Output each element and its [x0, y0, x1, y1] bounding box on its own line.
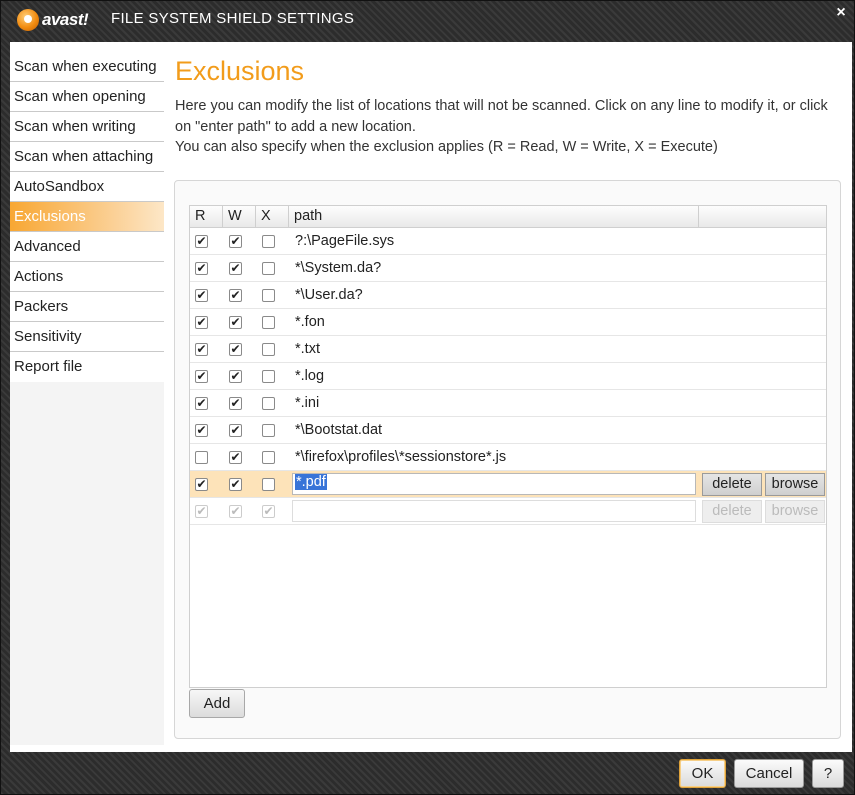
- sidebar-item-autosandbox[interactable]: AutoSandbox: [10, 172, 164, 202]
- path-cell: *.fon: [295, 314, 325, 330]
- table-row[interactable]: *.ini: [190, 390, 826, 417]
- write-checkbox[interactable]: [229, 478, 242, 491]
- path-input-value: *.pdf: [295, 474, 327, 490]
- window-frame: avast! FILE SYSTEM SHIELD SETTINGS × Sca…: [0, 0, 855, 795]
- header-path[interactable]: path: [289, 206, 699, 227]
- main-content: Exclusions Here you can modify the list …: [174, 42, 852, 752]
- read-checkbox[interactable]: [195, 262, 208, 275]
- description-line-2: You can also specify when the exclusion …: [175, 139, 718, 155]
- path-cell: *\User.da?: [295, 287, 363, 303]
- new-path-input[interactable]: [292, 500, 696, 522]
- read-checkbox[interactable]: [195, 397, 208, 410]
- page-title: Exclusions: [175, 56, 305, 86]
- read-checkbox[interactable]: [195, 451, 208, 464]
- read-checkbox[interactable]: [195, 370, 208, 383]
- write-checkbox[interactable]: [229, 451, 242, 464]
- avast-ball-icon: [17, 9, 39, 31]
- client-area: Scan when executing Scan when opening Scan…: [10, 42, 852, 752]
- table-row[interactable]: *.fon: [190, 309, 826, 336]
- browse-button[interactable]: browse: [765, 473, 825, 496]
- read-checkbox[interactable]: [195, 316, 208, 329]
- read-checkbox[interactable]: [195, 235, 208, 248]
- sidebar: Scan when executing Scan when opening Scan…: [10, 52, 164, 745]
- path-cell: ?:\PageFile.sys: [295, 233, 395, 249]
- read-checkbox[interactable]: [195, 478, 208, 491]
- read-checkbox[interactable]: [195, 343, 208, 356]
- sidebar-item-sensitivity[interactable]: Sensitivity: [10, 322, 164, 352]
- description-line-1: Here you can modify the list of location…: [175, 98, 828, 135]
- window-title: FILE SYSTEM SHIELD SETTINGS: [111, 10, 355, 27]
- header-read[interactable]: R: [190, 206, 223, 227]
- execute-checkbox[interactable]: [262, 343, 275, 356]
- page-description: Here you can modify the list of location…: [175, 96, 845, 158]
- exclusions-table: R W X path ?:\PageFile.sys *\System.da? *\…: [189, 205, 827, 688]
- avast-logo: avast!: [17, 6, 101, 34]
- exclusions-panel: R W X path ?:\PageFile.sys *\System.da? *\…: [174, 180, 841, 739]
- path-cell: *\System.da?: [295, 260, 382, 276]
- ok-button[interactable]: OK: [679, 759, 726, 788]
- logo-text: avast!: [42, 10, 89, 29]
- sidebar-item-scan-when-opening[interactable]: Scan when opening: [10, 82, 164, 112]
- write-checkbox[interactable]: [229, 262, 242, 275]
- editing-row[interactable]: *.pdf deletebrowse: [190, 471, 826, 498]
- path-cell: *.log: [295, 368, 325, 384]
- table-row[interactable]: *\Bootstat.dat: [190, 417, 826, 444]
- sidebar-item-actions[interactable]: Actions: [10, 262, 164, 292]
- sidebar-item-scan-when-writing[interactable]: Scan when writing: [10, 112, 164, 142]
- write-checkbox[interactable]: [229, 397, 242, 410]
- table-row[interactable]: ?:\PageFile.sys: [190, 228, 826, 255]
- write-checkbox[interactable]: [229, 424, 242, 437]
- execute-checkbox[interactable]: [262, 235, 275, 248]
- execute-checkbox[interactable]: [262, 478, 275, 491]
- path-cell: *.txt: [295, 341, 320, 357]
- table-row[interactable]: *.txt: [190, 336, 826, 363]
- execute-checkbox[interactable]: [262, 316, 275, 329]
- write-checkbox[interactable]: [229, 343, 242, 356]
- read-checkbox[interactable]: [195, 505, 208, 518]
- write-checkbox[interactable]: [229, 370, 242, 383]
- sidebar-item-packers[interactable]: Packers: [10, 292, 164, 322]
- execute-checkbox[interactable]: [262, 505, 275, 518]
- sidebar-item-scan-when-executing[interactable]: Scan when executing: [10, 52, 164, 82]
- execute-checkbox[interactable]: [262, 370, 275, 383]
- table-row[interactable]: *\System.da?: [190, 255, 826, 282]
- table-row[interactable]: *\User.da?: [190, 282, 826, 309]
- title-bar: avast! FILE SYSTEM SHIELD SETTINGS ×: [1, 1, 855, 39]
- execute-checkbox[interactable]: [262, 289, 275, 302]
- new-entry-row[interactable]: deletebrowse: [190, 498, 826, 525]
- sidebar-item-report-file[interactable]: Report file: [10, 352, 164, 382]
- delete-button[interactable]: delete: [702, 473, 762, 496]
- write-checkbox[interactable]: [229, 505, 242, 518]
- close-icon[interactable]: ×: [830, 3, 852, 23]
- path-cell: *.ini: [295, 395, 320, 411]
- sidebar-item-exclusions[interactable]: Exclusions: [10, 202, 164, 232]
- path-input[interactable]: *.pdf: [292, 473, 696, 495]
- read-checkbox[interactable]: [195, 289, 208, 302]
- path-cell: *\Bootstat.dat: [295, 422, 383, 438]
- execute-checkbox[interactable]: [262, 397, 275, 410]
- header-actions: [699, 206, 826, 227]
- table-row[interactable]: *.log: [190, 363, 826, 390]
- header-execute[interactable]: X: [256, 206, 289, 227]
- execute-checkbox[interactable]: [262, 451, 275, 464]
- write-checkbox[interactable]: [229, 316, 242, 329]
- table-row[interactable]: *\firefox\profiles\*sessionstore*.js: [190, 444, 826, 471]
- execute-checkbox[interactable]: [262, 424, 275, 437]
- cancel-button[interactable]: Cancel: [734, 759, 804, 788]
- sidebar-item-advanced[interactable]: Advanced: [10, 232, 164, 262]
- delete-button[interactable]: delete: [702, 500, 762, 523]
- path-cell: *\firefox\profiles\*sessionstore*.js: [295, 449, 507, 465]
- browse-button[interactable]: browse: [765, 500, 825, 523]
- header-write[interactable]: W: [223, 206, 256, 227]
- table-header: R W X path: [190, 206, 826, 228]
- execute-checkbox[interactable]: [262, 262, 275, 275]
- add-button[interactable]: Add: [189, 689, 245, 718]
- write-checkbox[interactable]: [229, 289, 242, 302]
- sidebar-item-scan-when-attaching[interactable]: Scan when attaching: [10, 142, 164, 172]
- write-checkbox[interactable]: [229, 235, 242, 248]
- help-button[interactable]: ?: [812, 759, 844, 788]
- read-checkbox[interactable]: [195, 424, 208, 437]
